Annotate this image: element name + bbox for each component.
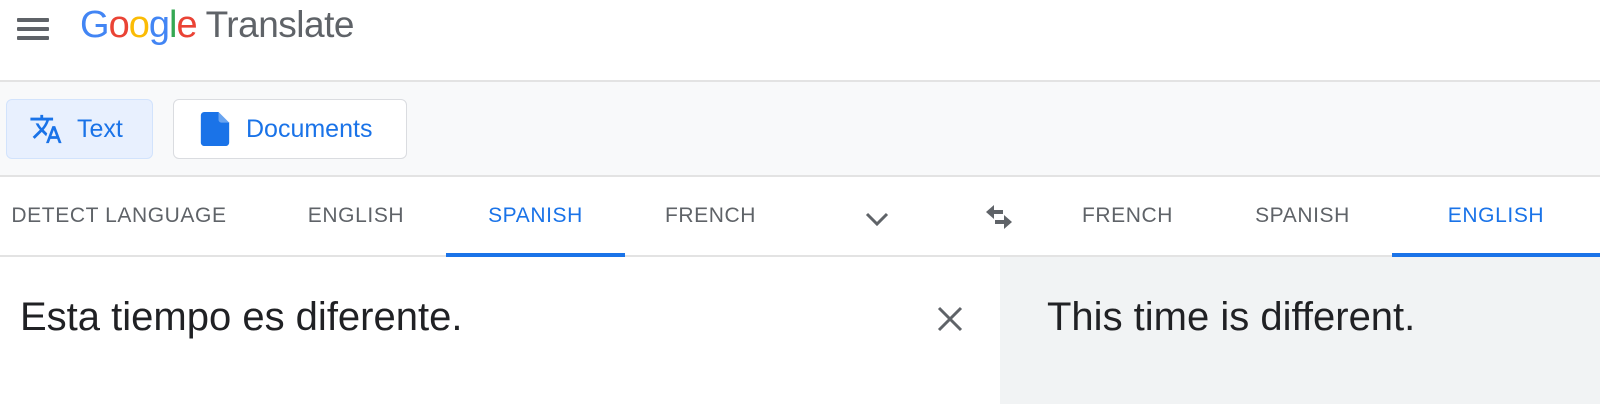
translate-icon bbox=[29, 112, 63, 146]
source-tab-detect-language[interactable]: DETECT LANGUAGE bbox=[0, 177, 238, 255]
chevron-down-icon bbox=[865, 212, 889, 227]
mode-bar: Text Documents bbox=[0, 82, 1600, 177]
close-icon bbox=[937, 306, 963, 332]
app-header: Google Translate bbox=[0, 0, 1600, 82]
source-text-input[interactable]: Esta tiempo es diferente. bbox=[20, 295, 462, 340]
google-wordmark: Google bbox=[80, 4, 198, 46]
swap-languages-button[interactable] bbox=[975, 195, 1023, 239]
text-mode-button[interactable]: Text bbox=[6, 99, 153, 159]
target-tab-spanish[interactable]: SPANISH bbox=[1220, 177, 1385, 255]
target-tab-french[interactable]: FRENCH bbox=[1050, 177, 1205, 255]
swap-arrows-icon bbox=[986, 205, 1012, 229]
clear-source-button[interactable] bbox=[928, 297, 972, 341]
translation-output-panel: This time is different. bbox=[1000, 257, 1600, 404]
more-source-languages-button[interactable] bbox=[855, 197, 899, 241]
language-bar: DETECT LANGUAGE ENGLISH SPANISH FRENCH F… bbox=[0, 177, 1600, 257]
product-name: Translate bbox=[205, 4, 355, 45]
hamburger-menu-icon[interactable] bbox=[14, 8, 52, 46]
documents-mode-label: Documents bbox=[246, 114, 373, 143]
google-translate-logo[interactable]: Google Translate bbox=[80, 4, 354, 52]
documents-mode-button[interactable]: Documents bbox=[173, 99, 407, 159]
target-tab-english[interactable]: ENGLISH bbox=[1392, 177, 1600, 257]
source-tab-english[interactable]: ENGLISH bbox=[270, 177, 442, 255]
source-tab-french[interactable]: FRENCH bbox=[628, 177, 793, 255]
text-mode-label: Text bbox=[77, 114, 123, 143]
source-tab-spanish[interactable]: SPANISH bbox=[446, 177, 625, 257]
source-text-panel[interactable]: Esta tiempo es diferente. bbox=[0, 257, 1000, 404]
document-icon bbox=[198, 112, 232, 146]
translation-output-text: This time is different. bbox=[1047, 295, 1416, 339]
